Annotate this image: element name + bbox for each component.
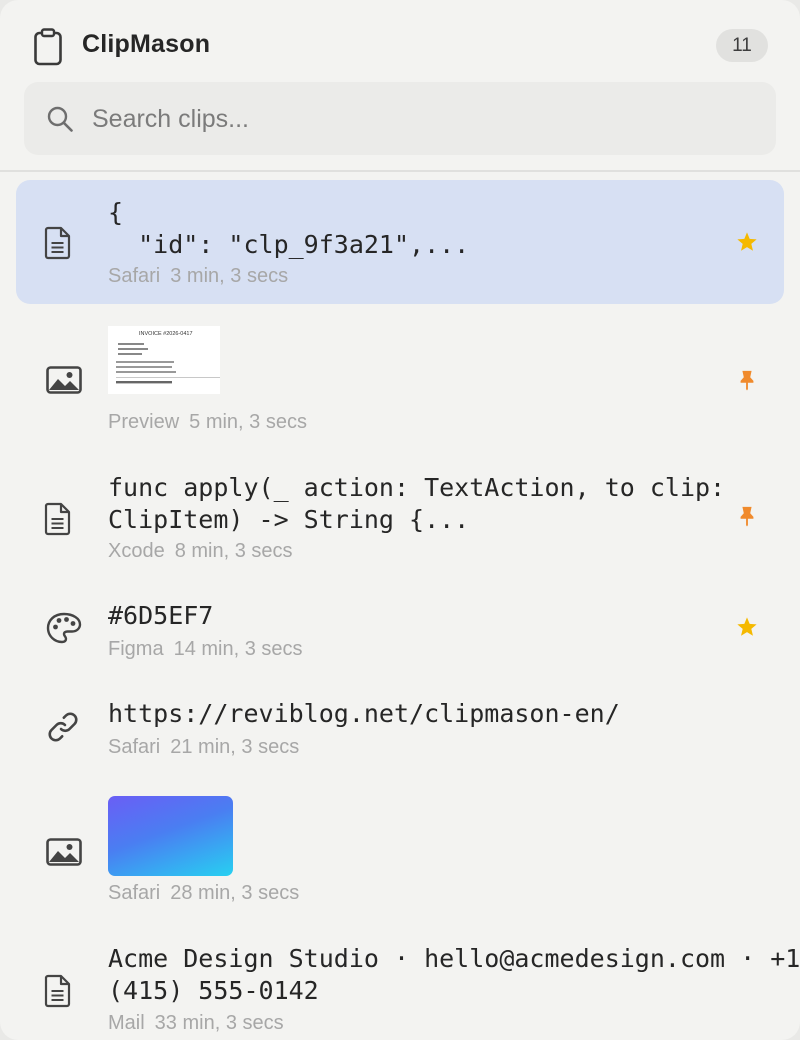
pin-icon[interactable]: [736, 505, 758, 527]
clip-source-app: Safari: [108, 882, 161, 904]
document-icon: [44, 974, 71, 1008]
clip-item[interactable]: func apply(_ action: TextAction, to clip…: [16, 448, 784, 568]
pin-icon[interactable]: [736, 369, 758, 391]
clip-item[interactable]: https://reviblog.net/clipmason-en/ Safar…: [16, 674, 784, 766]
clip-source-app: Safari: [108, 265, 161, 287]
clip-meta: Preview 5 min, 3 secs: [108, 411, 307, 434]
clip-text: { "id": "clp_9f3a21",...: [108, 198, 470, 259]
palette-icon: [46, 612, 82, 644]
clip-time: 33 min, 3 secs: [154, 1012, 284, 1034]
clip-link-text: https://reviblog.net/clipmason-en/: [108, 699, 620, 728]
clip-text: func apply(_ action: TextAction, to clip…: [108, 473, 726, 534]
clip-text: Acme Design Studio · hello@acmedesign.co…: [108, 944, 800, 1005]
clipboard-icon: [34, 28, 62, 66]
gradient-thumbnail: [108, 796, 233, 876]
clipboard-window: ClipMason 11 { "id": "clp_9f3a21",... Sa…: [0, 0, 800, 1040]
invoice-thumbnail-image: INVOICE #2026-0417: [116, 331, 220, 384]
clip-meta: Mail 33 min, 3 secs: [108, 1012, 284, 1035]
clip-source-app: Mail: [108, 1012, 145, 1034]
search-input[interactable]: [92, 101, 692, 137]
clip-time: 21 min, 3 secs: [170, 736, 300, 758]
clip-source-app: Xcode: [108, 540, 165, 562]
clip-item[interactable]: #6D5EF7 Figma 14 min, 3 secs: [16, 576, 784, 666]
star-icon[interactable]: [736, 231, 758, 253]
search-icon: [47, 106, 73, 132]
app-title: ClipMason: [82, 30, 211, 58]
clip-time: 3 min, 3 secs: [170, 265, 289, 287]
clip-item[interactable]: Safari 28 min, 3 secs: [16, 774, 784, 912]
header: ClipMason 11: [0, 0, 800, 92]
clip-time: 14 min, 3 secs: [173, 638, 303, 660]
link-icon: [48, 712, 78, 742]
clip-count-badge: 11: [716, 29, 768, 62]
clip-time: 8 min, 3 secs: [174, 540, 293, 562]
image-icon: [46, 366, 82, 394]
image-icon: [46, 838, 82, 866]
clip-source-app: Safari: [108, 736, 161, 758]
clip-item[interactable]: Acme Design Studio · hello@acmedesign.co…: [16, 920, 800, 1040]
document-icon: [44, 502, 71, 536]
star-icon[interactable]: [736, 616, 758, 638]
clip-meta: Safari 3 min, 3 secs: [108, 265, 288, 288]
clip-source-app: Preview: [108, 411, 180, 433]
clip-meta: Safari 28 min, 3 secs: [108, 882, 299, 905]
clip-item[interactable]: INVOICE #2026-0417 Preview 5 min, 3 secs: [16, 312, 784, 440]
clip-item[interactable]: { "id": "clp_9f3a21",... Safari 3 min, 3 …: [16, 180, 784, 304]
invoice-thumbnail: INVOICE #2026-0417: [108, 326, 220, 394]
clip-text: #6D5EF7: [108, 601, 214, 630]
clip-meta: Figma 14 min, 3 secs: [108, 638, 303, 661]
clip-time: 5 min, 3 secs: [189, 411, 307, 433]
clip-meta: Safari 21 min, 3 secs: [108, 736, 299, 759]
clip-time: 28 min, 3 secs: [170, 882, 300, 904]
clip-meta: Xcode 8 min, 3 secs: [108, 540, 293, 563]
clip-list: { "id": "clp_9f3a21",... Safari 3 min, 3 …: [0, 172, 800, 1040]
clip-source-app: Figma: [108, 638, 164, 660]
document-icon: [44, 226, 71, 260]
invoice-thumbnail-title: INVOICE #2026-0417: [139, 331, 193, 337]
